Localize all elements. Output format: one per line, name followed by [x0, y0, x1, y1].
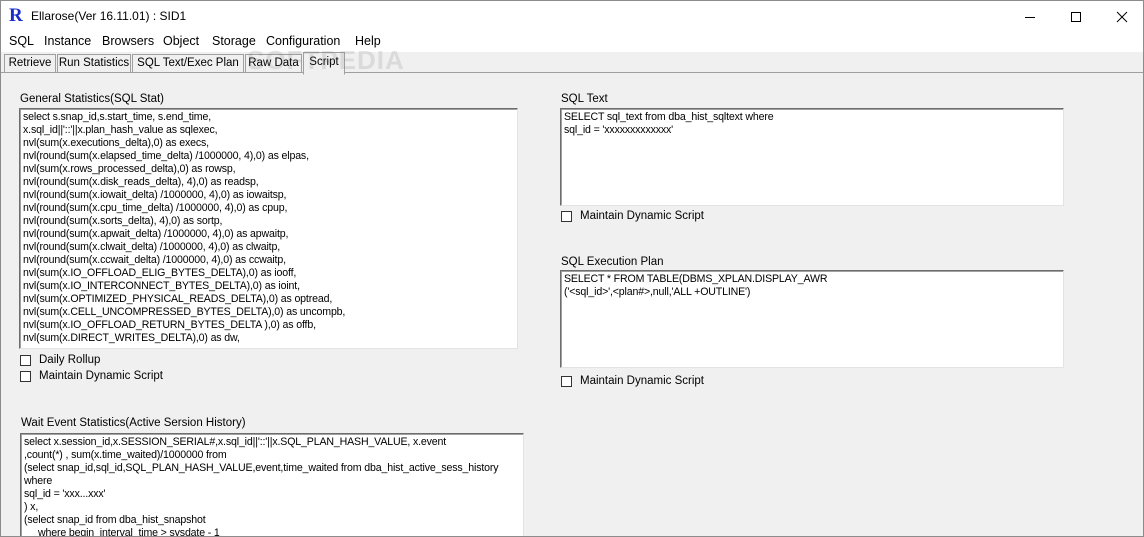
code-line: nvl(round(sum(x.elapsed_time_delta) /100…: [23, 150, 309, 162]
code-line: where begin_interval_time > sysdate - 1: [24, 527, 220, 537]
daily-rollup-checkbox-row[interactable]: Daily Rollup: [20, 353, 100, 367]
menu-object[interactable]: Object: [163, 34, 199, 48]
general-maintain-dynamic-script-row[interactable]: Maintain Dynamic Script: [20, 369, 163, 383]
sql-text-maintain-dynamic-script-row[interactable]: Maintain Dynamic Script: [561, 209, 704, 223]
code-line: nvl(round(sum(x.sorts_delta), 4),0) as s…: [23, 215, 223, 227]
tab-script[interactable]: Script: [303, 52, 345, 75]
general-maintain-dynamic-script-label: Maintain Dynamic Script: [39, 370, 163, 382]
app-logo-icon[interactable]: R: [9, 6, 25, 26]
general-maintain-dynamic-script-checkbox[interactable]: [20, 370, 31, 382]
code-line: nvl(round(sum(x.cpu_time_delta) /1000000…: [23, 202, 288, 214]
tab-raw-data[interactable]: Raw Data: [245, 54, 302, 72]
code-line: nvl(round(sum(x.apwait_delta) /1000000, …: [23, 228, 289, 240]
menu-sql[interactable]: SQL: [9, 34, 34, 48]
code-line: nvl(sum(x.IO_OFFLOAD_RETURN_BYTES_DELTA …: [23, 319, 316, 331]
code-line: sql_id = 'xxx...xxx': [24, 488, 106, 500]
code-line: nvl(sum(x.DIRECT_WRITES_DELTA),0) as dw,: [23, 332, 240, 344]
tab-separator: [1, 72, 1143, 73]
tab-run-statistics[interactable]: Run Statistics: [57, 54, 131, 72]
tab-retrieve[interactable]: Retrieve: [4, 54, 56, 72]
code-line: x.sql_id||'::'||x.plan_hash_value as sql…: [23, 124, 218, 136]
code-line: nvl(sum(x.IO_INTERCONNECT_BYTES_DELTA),0…: [23, 280, 300, 292]
close-icon: [1116, 11, 1128, 22]
sql-text-maintain-dynamic-script-checkbox[interactable]: [561, 210, 572, 222]
tab-bar: Retrieve Run Statistics SQL Text/Exec Pl…: [1, 52, 1143, 75]
code-line: select x.session_id,x.SESSION_SERIAL#,x.…: [24, 436, 447, 448]
menu-help[interactable]: Help: [355, 34, 381, 48]
code-line: SELECT * FROM TABLE(DBMS_XPLAN.DISPLAY_A…: [564, 273, 828, 285]
general-stats-label: General Statistics(SQL Stat): [20, 93, 165, 105]
exec-plan-maintain-dynamic-script-label: Maintain Dynamic Script: [580, 375, 704, 387]
window-title: Ellarose(Ver 16.11.01) : SID1: [31, 9, 187, 23]
code-line: nvl(sum(x.rows_processed_delta),0) as ro…: [23, 163, 236, 175]
wait-event-label: Wait Event Statistics(Active Sersion His…: [21, 417, 246, 429]
menu-configuration[interactable]: Configuration: [266, 34, 340, 48]
exec-plan-maintain-dynamic-script-row[interactable]: Maintain Dynamic Script: [561, 374, 704, 388]
exec-plan-label: SQL Execution Plan: [561, 256, 664, 268]
code-line: nvl(sum(x.IO_OFFLOAD_ELIG_BYTES_DELTA),0…: [23, 267, 297, 279]
sql-text-script-textarea[interactable]: SELECT sql_text from dba_hist_sqltext wh…: [560, 108, 1064, 206]
sql-text-label: SQL Text: [561, 93, 608, 105]
code-line: nvl(round(sum(x.clwait_delta) /1000000, …: [23, 241, 281, 253]
sql-text-maintain-dynamic-script-label: Maintain Dynamic Script: [580, 210, 704, 222]
code-line: sql_id = 'xxxxxxxxxxxxx': [564, 124, 674, 136]
daily-rollup-checkbox[interactable]: [20, 354, 31, 366]
code-line: nvl(round(sum(x.ccwait_delta) /1000000, …: [23, 254, 286, 266]
exec-plan-maintain-dynamic-script-checkbox[interactable]: [561, 375, 572, 387]
code-line: (select snap_id,sql_id,SQL_PLAN_HASH_VAL…: [24, 462, 499, 474]
menu-storage[interactable]: Storage: [212, 34, 256, 48]
maximize-button[interactable]: [1053, 1, 1099, 32]
code-line: nvl(sum(x.CELL_UNCOMPRESSED_BYTES_DELTA)…: [23, 306, 346, 318]
code-line: ('<sql_id>',<plan#>,null,'ALL +OUTLINE'): [564, 286, 751, 298]
daily-rollup-label: Daily Rollup: [39, 354, 101, 366]
menu-browsers[interactable]: Browsers: [102, 34, 154, 48]
menu-bar: SQL Instance Browsers Object Storage Con…: [1, 32, 1143, 52]
close-button[interactable]: [1099, 1, 1143, 32]
code-line: nvl(sum(x.executions_delta),0) as execs,: [23, 137, 209, 149]
exec-plan-script-textarea[interactable]: SELECT * FROM TABLE(DBMS_XPLAN.DISPLAY_A…: [560, 270, 1064, 368]
code-line: (select snap_id from dba_hist_snapshot: [24, 514, 206, 526]
code-line: ,count(*) , sum(x.time_waited)/1000000 f…: [24, 449, 227, 461]
maximize-icon: [1071, 11, 1081, 22]
code-line: where: [24, 475, 53, 487]
title-bar[interactable]: R Ellarose(Ver 16.11.01) : SID1: [1, 1, 1143, 32]
code-line: ) x,: [24, 501, 39, 513]
code-line: nvl(sum(x.OPTIMIZED_PHYSICAL_READS_DELTA…: [23, 293, 333, 305]
application-window: R Ellarose(Ver 16.11.01) : SID1 SQL Inst…: [0, 0, 1144, 537]
minimize-icon: [1025, 16, 1035, 18]
code-line: nvl(round(sum(x.disk_reads_delta), 4),0)…: [23, 176, 259, 188]
code-line: SELECT sql_text from dba_hist_sqltext wh…: [564, 111, 774, 123]
wait-event-script-textarea[interactable]: select x.session_id,x.SESSION_SERIAL#,x.…: [20, 433, 524, 537]
code-line: nvl(round(sum(x.iowait_delta) /1000000, …: [23, 189, 287, 201]
menu-instance[interactable]: Instance: [44, 34, 91, 48]
tab-sql-text-exec-plan[interactable]: SQL Text/Exec Plan: [132, 54, 244, 72]
code-line: select s.snap_id,s.start_time, s.end_tim…: [23, 111, 212, 123]
general-stats-script-textarea[interactable]: select s.snap_id,s.start_time, s.end_tim…: [19, 108, 518, 349]
minimize-button[interactable]: [1007, 1, 1053, 32]
